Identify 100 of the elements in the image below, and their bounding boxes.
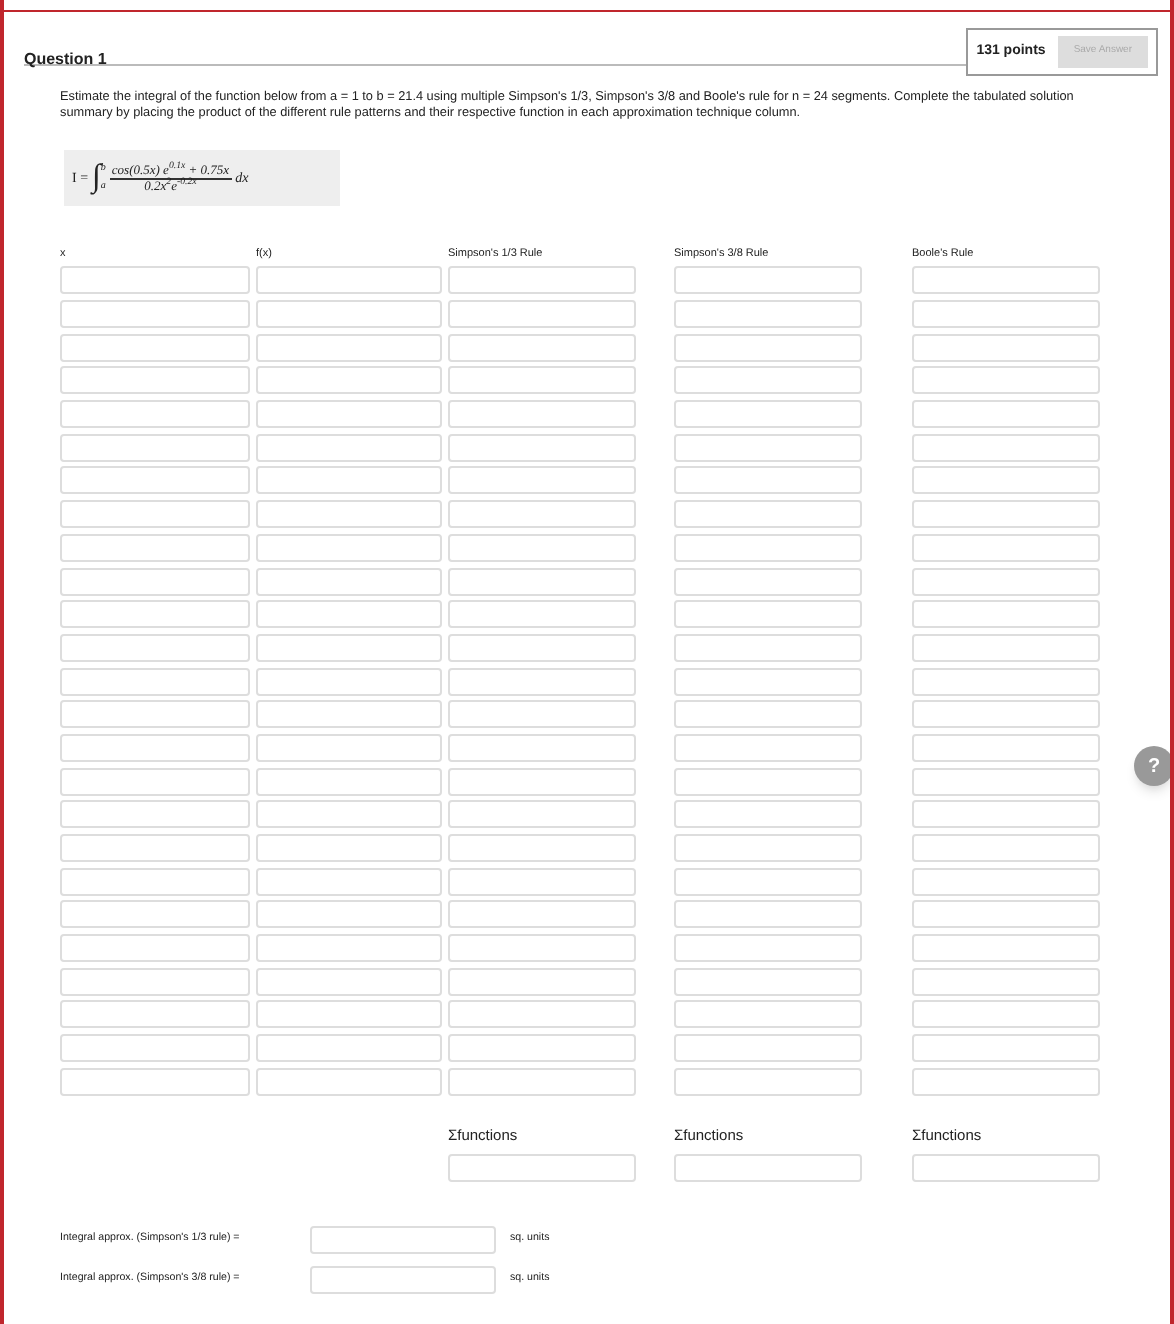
table-input-field[interactable] <box>60 733 250 762</box>
table-input-field[interactable] <box>60 500 250 529</box>
table-input-field[interactable] <box>674 733 862 762</box>
table-input-field[interactable] <box>912 934 1100 963</box>
table-input-field[interactable] <box>448 633 636 662</box>
table-input-field[interactable] <box>912 567 1100 595</box>
table-input-field[interactable] <box>912 667 1100 696</box>
table-input-field[interactable] <box>448 266 636 295</box>
table-input-field[interactable] <box>448 567 636 595</box>
table-input-field[interactable] <box>674 533 862 562</box>
table-input-field[interactable] <box>256 667 442 696</box>
sum-input-field[interactable] <box>912 1154 1100 1183</box>
table-input-field[interactable] <box>60 1067 250 1096</box>
table-input-field[interactable] <box>60 433 250 462</box>
table-input-field[interactable] <box>674 1034 862 1063</box>
table-input-field[interactable] <box>448 1000 636 1029</box>
table-input-field[interactable] <box>256 500 442 529</box>
table-input-field[interactable] <box>256 433 442 462</box>
table-input-field[interactable] <box>60 1034 250 1063</box>
table-input-field[interactable] <box>912 967 1100 996</box>
table-input-field[interactable] <box>912 266 1100 295</box>
table-input-field[interactable] <box>256 1034 442 1063</box>
table-input-field[interactable] <box>60 633 250 662</box>
table-input-field[interactable] <box>60 466 250 495</box>
table-input-field[interactable] <box>256 333 442 362</box>
table-input-field[interactable] <box>912 767 1100 796</box>
table-input-field[interactable] <box>448 800 636 829</box>
table-input-field[interactable] <box>60 300 250 328</box>
table-input-field[interactable] <box>60 266 250 295</box>
table-input-field[interactable] <box>256 867 442 896</box>
integral-input-field[interactable] <box>310 1226 496 1255</box>
table-input-field[interactable] <box>60 533 250 562</box>
table-input-field[interactable] <box>674 266 862 295</box>
table-input-field[interactable] <box>912 867 1100 896</box>
table-input-field[interactable] <box>60 767 250 796</box>
table-input-field[interactable] <box>256 834 442 862</box>
table-input-field[interactable] <box>674 366 862 395</box>
table-input-field[interactable] <box>674 400 862 429</box>
table-input-field[interactable] <box>256 800 442 829</box>
table-input-field[interactable] <box>256 567 442 595</box>
table-input-field[interactable] <box>674 834 862 862</box>
table-input-field[interactable] <box>448 500 636 529</box>
table-input-field[interactable] <box>674 867 862 896</box>
table-input-field[interactable] <box>448 667 636 696</box>
table-input-field[interactable] <box>912 366 1100 395</box>
table-input-field[interactable] <box>448 366 636 395</box>
table-input-field[interactable] <box>912 400 1100 429</box>
table-input-field[interactable] <box>60 834 250 862</box>
table-input-field[interactable] <box>448 1067 636 1096</box>
table-input-field[interactable] <box>912 300 1100 328</box>
table-input-field[interactable] <box>60 667 250 696</box>
table-input-field[interactable] <box>674 567 862 595</box>
table-input-field[interactable] <box>674 800 862 829</box>
table-input-field[interactable] <box>674 500 862 529</box>
help-button[interactable]: ? <box>1134 746 1170 786</box>
table-input-field[interactable] <box>674 900 862 929</box>
table-input-field[interactable] <box>912 466 1100 495</box>
table-input-field[interactable] <box>60 967 250 996</box>
table-input-field[interactable] <box>60 900 250 929</box>
table-input-field[interactable] <box>912 733 1100 762</box>
table-input-field[interactable] <box>448 767 636 796</box>
table-input-field[interactable] <box>674 1067 862 1096</box>
table-input-field[interactable] <box>256 600 442 629</box>
table-input-field[interactable] <box>256 967 442 996</box>
table-input-field[interactable] <box>448 466 636 495</box>
table-input-field[interactable] <box>60 333 250 362</box>
table-input-field[interactable] <box>912 533 1100 562</box>
table-input-field[interactable] <box>912 700 1100 729</box>
table-input-field[interactable] <box>912 600 1100 629</box>
table-input-field[interactable] <box>674 633 862 662</box>
table-input-field[interactable] <box>912 1000 1100 1029</box>
table-input-field[interactable] <box>60 700 250 729</box>
sum-input-field[interactable] <box>448 1154 636 1183</box>
table-input-field[interactable] <box>448 867 636 896</box>
table-input-field[interactable] <box>256 1000 442 1029</box>
table-input-field[interactable] <box>674 667 862 696</box>
table-input-field[interactable] <box>256 533 442 562</box>
table-input-field[interactable] <box>674 1000 862 1029</box>
table-input-field[interactable] <box>912 1067 1100 1096</box>
table-input-field[interactable] <box>60 567 250 595</box>
table-input-field[interactable] <box>256 767 442 796</box>
table-input-field[interactable] <box>448 733 636 762</box>
table-input-field[interactable] <box>674 300 862 328</box>
table-input-field[interactable] <box>912 333 1100 362</box>
table-input-field[interactable] <box>256 466 442 495</box>
table-input-field[interactable] <box>60 934 250 963</box>
table-input-field[interactable] <box>256 1067 442 1096</box>
table-input-field[interactable] <box>448 967 636 996</box>
table-input-field[interactable] <box>256 400 442 429</box>
table-input-field[interactable] <box>674 700 862 729</box>
sum-input-field[interactable] <box>674 1154 862 1183</box>
table-input-field[interactable] <box>256 633 442 662</box>
table-input-field[interactable] <box>674 934 862 963</box>
table-input-field[interactable] <box>448 700 636 729</box>
table-input-field[interactable] <box>912 834 1100 862</box>
integral-input-field[interactable] <box>310 1266 496 1295</box>
table-input-field[interactable] <box>674 967 862 996</box>
table-input-field[interactable] <box>674 433 862 462</box>
table-input-field[interactable] <box>448 400 636 429</box>
table-input-field[interactable] <box>256 934 442 963</box>
